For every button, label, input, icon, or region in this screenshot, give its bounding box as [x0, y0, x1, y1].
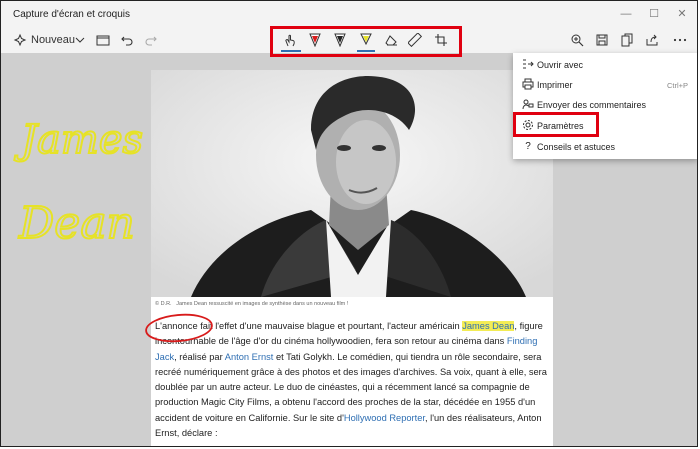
redo-icon[interactable] — [143, 29, 159, 51]
save-icon[interactable] — [592, 29, 612, 51]
app-window: Capture d'écran et croquis — ☐ ✕ Nouveau — [0, 0, 698, 447]
ink-handwriting-dean: Dean — [18, 198, 135, 249]
red-highlight-box-settings — [513, 112, 599, 137]
new-snip-icon — [13, 33, 27, 47]
new-dropdown-chevron-icon[interactable] — [73, 29, 87, 51]
printer-icon — [521, 78, 535, 92]
ink-red-circle — [145, 313, 213, 343]
menu-item-shortcut: Ctrl+P — [666, 81, 688, 90]
more-options-icon[interactable] — [669, 29, 691, 51]
ink-handwriting-james: James — [14, 117, 143, 163]
menu-item-open-with[interactable]: Ouvrir avec — [513, 55, 697, 75]
new-button-label: Nouveau — [31, 34, 76, 46]
close-button[interactable]: ✕ — [669, 5, 695, 23]
menu-item-label: Envoyer des commentaires — [537, 100, 647, 110]
open-folder-icon[interactable] — [95, 29, 111, 51]
red-highlight-box-tools — [270, 26, 462, 57]
menu-item-tips[interactable]: ? Conseils et astuces — [513, 137, 697, 157]
window-title: Capture d'écran et croquis — [13, 9, 130, 20]
menu-item-print[interactable]: Imprimer Ctrl+P — [513, 75, 697, 95]
menu-item-label: Imprimer — [537, 80, 573, 90]
menu-item-label: Conseils et astuces — [537, 142, 616, 152]
share-icon[interactable] — [642, 29, 662, 51]
zoom-icon[interactable] — [567, 29, 587, 51]
minimize-button[interactable]: — — [613, 5, 639, 23]
open-with-icon — [521, 58, 535, 72]
overflow-menu: Ouvrir avec Imprimer Ctrl+P Envoyer des … — [513, 53, 697, 159]
feedback-icon — [521, 98, 535, 112]
title-bar: Capture d'écran et croquis — ☐ ✕ — [1, 1, 697, 27]
new-button[interactable]: Nouveau — [13, 29, 81, 51]
maximize-button[interactable]: ☐ — [641, 5, 667, 23]
menu-item-label: Ouvrir avec — [537, 60, 584, 70]
question-icon: ? — [525, 141, 531, 152]
copy-icon[interactable] — [617, 29, 637, 51]
undo-icon[interactable] — [119, 29, 135, 51]
